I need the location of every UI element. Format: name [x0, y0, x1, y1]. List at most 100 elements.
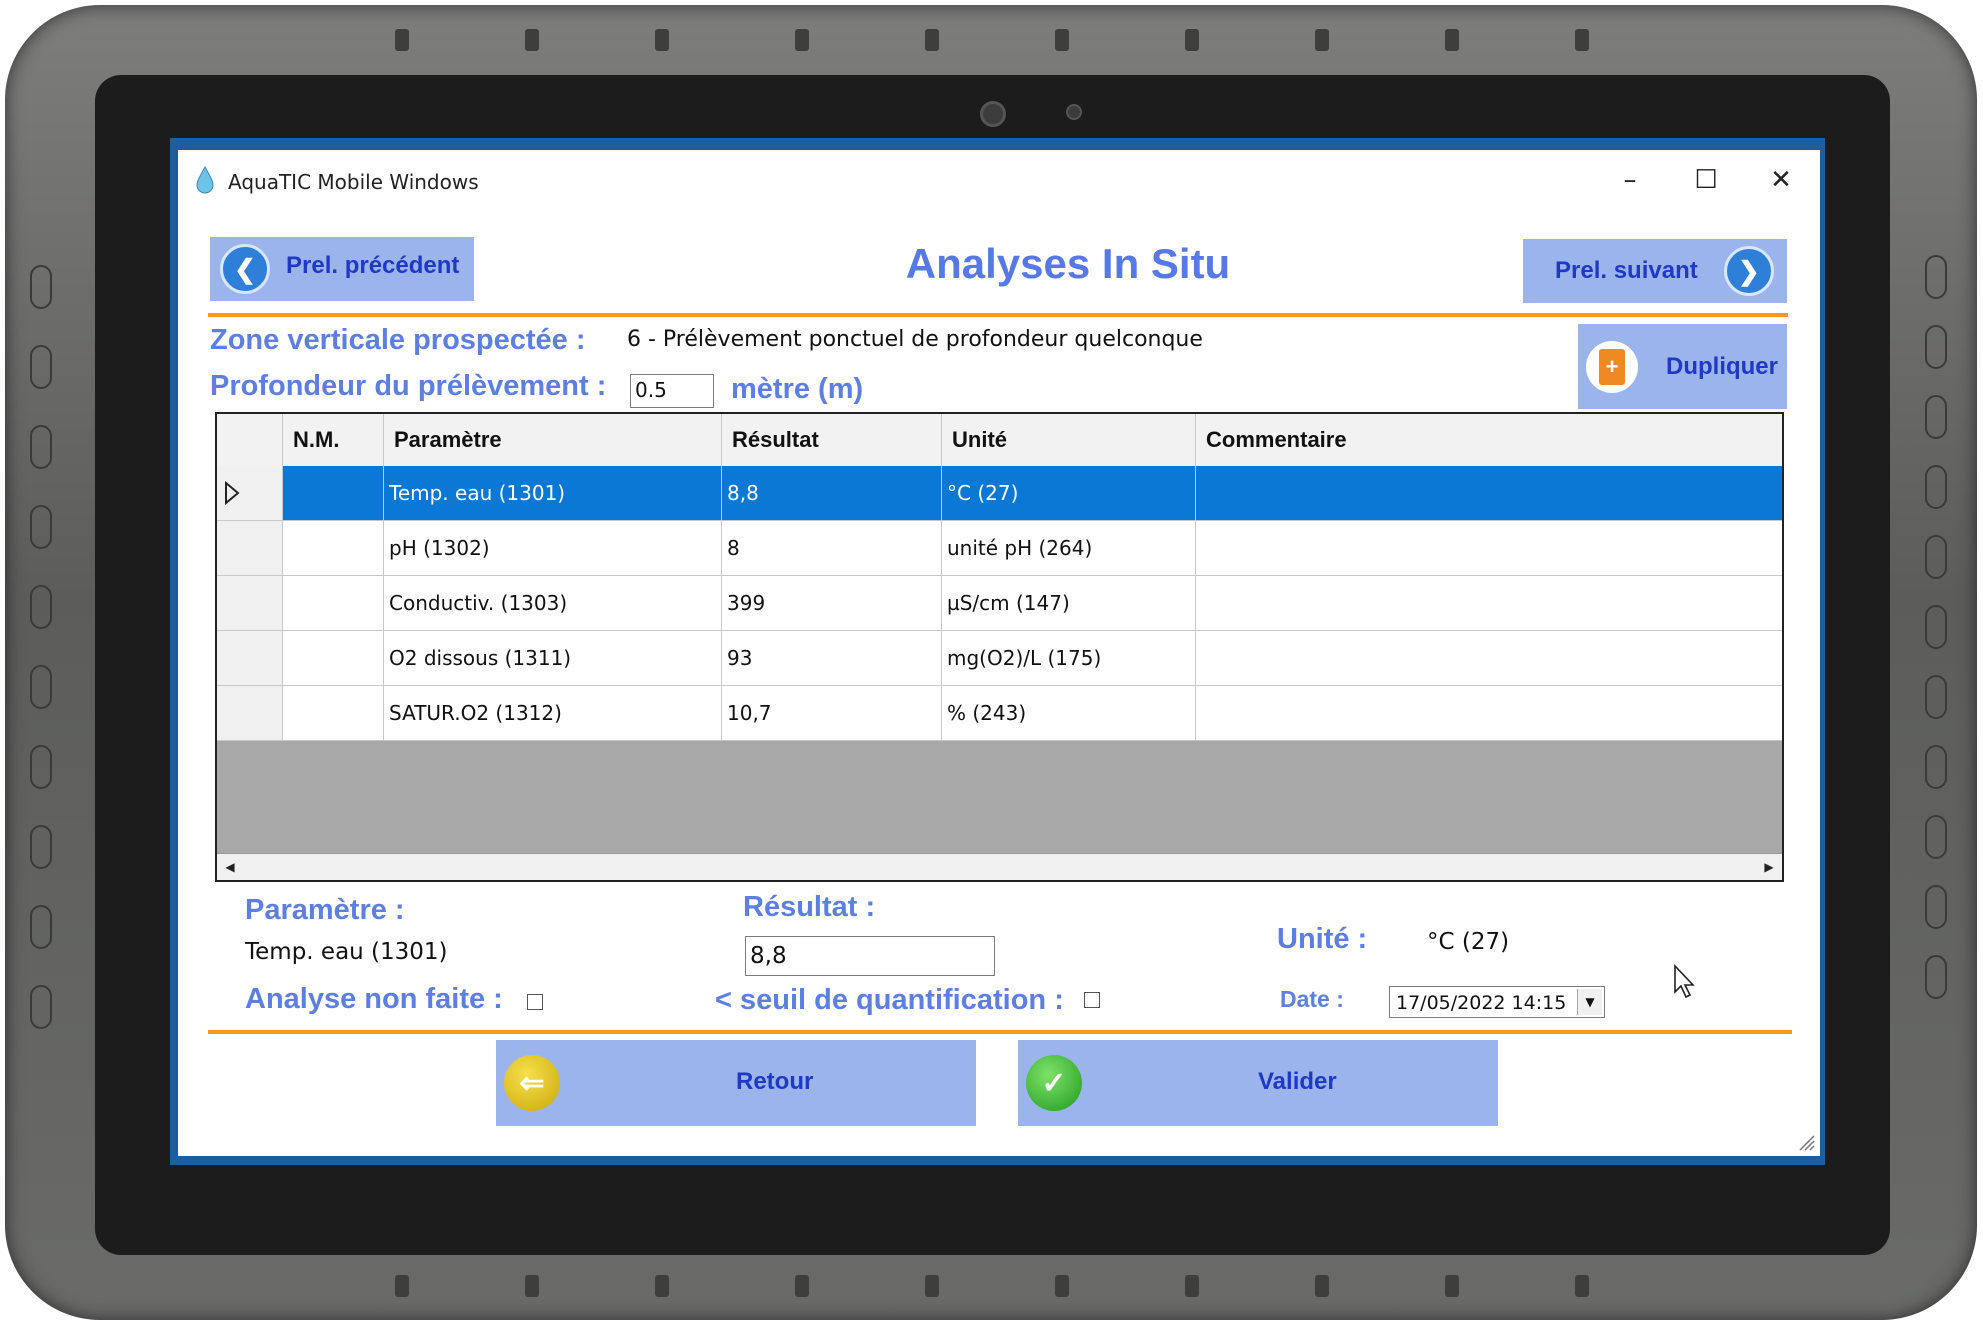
minimize-button[interactable]: – — [1595, 160, 1665, 200]
cell-resultat[interactable]: 93 — [722, 631, 942, 685]
duplicate-button[interactable]: + Dupliquer — [1578, 324, 1787, 409]
cell-commentaire[interactable] — [1196, 576, 1782, 630]
page-title: Analyses In Situ — [905, 240, 1231, 287]
cell-parametre[interactable]: Temp. eau (1301) — [384, 466, 722, 520]
row-header[interactable] — [217, 576, 283, 630]
arrow-left-icon: ⇐ — [504, 1055, 560, 1111]
detail-unite-value: °C (27) — [1427, 929, 1510, 955]
quantification-threshold-checkbox[interactable] — [1084, 992, 1100, 1008]
chevron-down-icon[interactable]: ▼ — [1577, 989, 1602, 1015]
row-header[interactable] — [217, 631, 283, 685]
back-button[interactable]: ⇐ Retour — [496, 1040, 976, 1126]
cell-unite[interactable]: °C (27) — [942, 466, 1196, 520]
depth-input[interactable]: 0.5 — [630, 374, 714, 408]
prev-sample-label: Prel. précédent — [286, 252, 460, 279]
cell-resultat[interactable]: 8 — [722, 521, 942, 575]
side-groove — [30, 825, 52, 869]
back-label: Retour — [736, 1068, 814, 1095]
cell-unite[interactable]: µS/cm (147) — [942, 576, 1196, 630]
cell-commentaire[interactable] — [1196, 686, 1782, 740]
table-row[interactable]: pH (1302) 8 unité pH (264) — [217, 521, 1782, 576]
validate-button[interactable]: ✓ Valider — [1018, 1040, 1498, 1126]
side-groove — [30, 745, 52, 789]
result-input[interactable]: 8,8 — [745, 936, 995, 976]
row-header[interactable] — [217, 521, 283, 575]
table-row[interactable]: O2 dissous (1311) 93 mg(O2)/L (175) — [217, 631, 1782, 686]
cell-parametre[interactable]: Conductiv. (1303) — [384, 576, 722, 630]
scrollbar-track[interactable] — [243, 857, 1750, 876]
table-row[interactable]: Temp. eau (1301) 8,8 °C (27) — [217, 466, 1782, 521]
depth-label: Profondeur du prélèvement : — [210, 370, 607, 402]
detail-parametre-value: Temp. eau (1301) — [245, 939, 448, 965]
bezel-ridge — [925, 29, 939, 51]
cell-resultat[interactable]: 10,7 — [722, 686, 942, 740]
horizontal-scrollbar[interactable]: ◀ ▶ — [217, 853, 1782, 880]
divider — [208, 313, 1788, 317]
column-header-unite[interactable]: Unité — [942, 414, 1196, 466]
duplicate-label: Dupliquer — [1666, 352, 1778, 380]
cell-nm[interactable] — [283, 686, 384, 740]
cell-nm[interactable] — [283, 521, 384, 575]
bezel-ridge — [395, 29, 409, 51]
cell-nm[interactable] — [283, 631, 384, 685]
bezel-ridge — [1185, 1275, 1199, 1297]
side-groove — [30, 265, 52, 309]
cell-nm[interactable] — [283, 466, 384, 520]
scroll-left-icon[interactable]: ◀ — [217, 854, 243, 880]
bezel-ridge — [795, 29, 809, 51]
cell-parametre[interactable]: O2 dissous (1311) — [384, 631, 722, 685]
cell-commentaire[interactable] — [1196, 631, 1782, 685]
bezel-ridge — [1445, 29, 1459, 51]
cell-commentaire[interactable] — [1196, 521, 1782, 575]
prev-sample-button[interactable]: ❮ Prel. précédent — [210, 237, 474, 301]
column-header-nm[interactable]: N.M. — [283, 414, 384, 466]
bezel-ridge — [655, 29, 669, 51]
cell-unite[interactable]: mg(O2)/L (175) — [942, 631, 1196, 685]
column-header-commentaire[interactable]: Commentaire — [1196, 414, 1782, 466]
side-groove — [30, 345, 52, 389]
close-button[interactable]: ✕ — [1746, 160, 1816, 200]
detail-resultat-label: Résultat : — [743, 891, 876, 923]
next-sample-button[interactable]: Prel. suivant ❯ — [1523, 239, 1787, 303]
side-groove — [30, 665, 52, 709]
resize-grip-icon[interactable] — [1796, 1132, 1816, 1152]
duplicate-icon: + — [1586, 340, 1638, 393]
row-header[interactable] — [217, 466, 283, 520]
maximize-button[interactable]: ☐ — [1671, 160, 1741, 200]
cell-parametre[interactable]: SATUR.O2 (1312) — [384, 686, 722, 740]
row-header[interactable] — [217, 686, 283, 740]
scroll-right-icon[interactable]: ▶ — [1756, 854, 1782, 880]
bezel-ridge — [925, 1275, 939, 1297]
app-window: AquaTIC Mobile Windows – ☐ ✕ ❮ Prel. pré… — [178, 150, 1820, 1156]
column-header-parametre[interactable]: Paramètre — [384, 414, 722, 466]
cell-commentaire[interactable] — [1196, 466, 1782, 520]
date-picker[interactable]: 17/05/2022 14:15 ▼ — [1389, 986, 1605, 1018]
cell-nm[interactable] — [283, 576, 384, 630]
cell-resultat[interactable]: 8,8 — [722, 466, 942, 520]
side-groove — [1925, 395, 1947, 439]
detail-unite-label: Unité : — [1277, 923, 1368, 955]
checkmark-icon: ✓ — [1026, 1055, 1082, 1111]
bezel-ridge — [525, 1275, 539, 1297]
camera-icon — [980, 101, 1006, 127]
chevron-right-icon: ❯ — [1723, 246, 1774, 296]
bezel-ridge — [1185, 29, 1199, 51]
table-row[interactable]: SATUR.O2 (1312) 10,7 % (243) — [217, 686, 1782, 741]
cell-unite[interactable]: % (243) — [942, 686, 1196, 740]
cell-parametre[interactable]: pH (1302) — [384, 521, 722, 575]
side-groove — [1925, 955, 1947, 999]
cell-unite[interactable]: unité pH (264) — [942, 521, 1196, 575]
column-header-resultat[interactable]: Résultat — [722, 414, 942, 466]
current-row-arrow-icon — [225, 481, 240, 505]
validate-label: Valider — [1258, 1068, 1337, 1095]
bezel-ridge — [1315, 29, 1329, 51]
side-groove — [30, 585, 52, 629]
mouse-cursor-icon — [1674, 964, 1695, 999]
bezel-ridge — [1575, 29, 1589, 51]
table-row[interactable]: Conductiv. (1303) 399 µS/cm (147) — [217, 576, 1782, 631]
cell-resultat[interactable]: 399 — [722, 576, 942, 630]
bezel-ridge — [1445, 1275, 1459, 1297]
analysis-not-done-checkbox[interactable] — [527, 994, 543, 1010]
side-groove — [1925, 255, 1947, 299]
side-groove — [1925, 325, 1947, 369]
